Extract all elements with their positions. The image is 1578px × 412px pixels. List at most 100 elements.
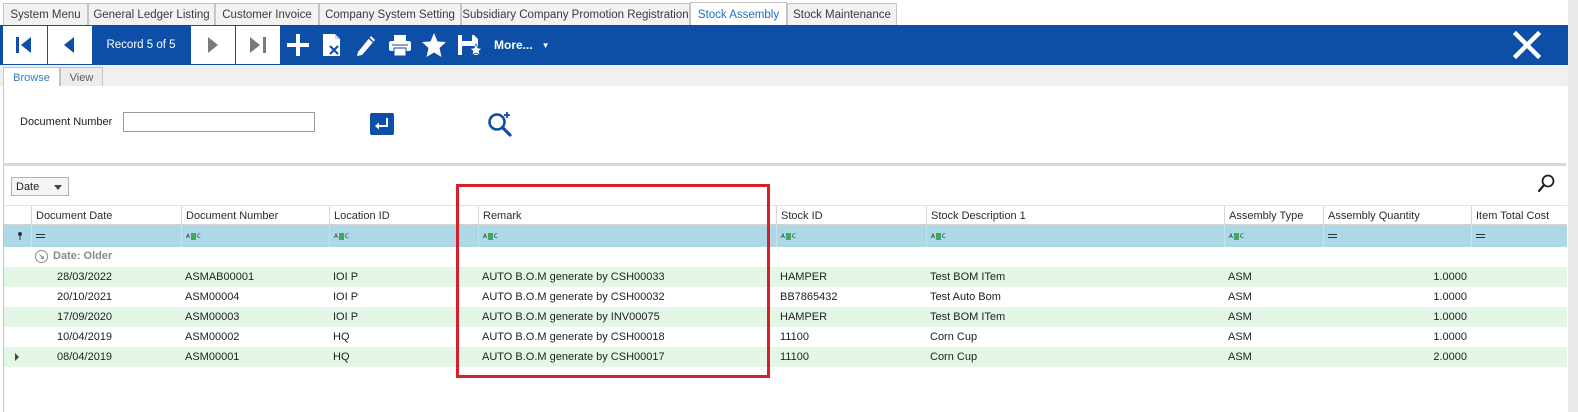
tab-browse[interactable]: Browse <box>3 67 60 88</box>
document-date-cell[interactable]: 20/10/2021 <box>53 287 181 307</box>
assembly-type-cell[interactable]: ASM <box>1224 327 1323 347</box>
search-icon[interactable] <box>486 110 514 138</box>
location-id-cell[interactable]: HQ <box>329 347 478 367</box>
filter-equals-icon[interactable] <box>1471 225 1567 247</box>
remark-cell[interactable]: AUTO B.O.M generate by CSH00033 <box>478 267 776 287</box>
stock-id-cell[interactable]: BB7865432 <box>776 287 926 307</box>
document-number-cell[interactable]: ASM00002 <box>181 327 329 347</box>
column-header-document-date[interactable]: Document Date <box>31 206 181 225</box>
item-total-cost-cell[interactable] <box>1471 287 1567 307</box>
printer-icon[interactable] <box>386 31 414 59</box>
document-date-cell[interactable]: 10/04/2019 <box>53 327 181 347</box>
assembly-quantity-cell[interactable]: 2.0000 <box>1323 347 1471 367</box>
column-header-location-id[interactable]: Location ID <box>329 206 478 225</box>
document-number-label: Document Number <box>20 116 113 128</box>
filter-equals-icon[interactable] <box>31 225 181 247</box>
enter-icon[interactable] <box>370 113 394 135</box>
table-row[interactable]: 08/04/2019 ASM00001 HQ AUTO B.O.M generate … <box>4 347 1567 367</box>
document-date-cell[interactable]: 17/09/2020 <box>53 307 181 327</box>
tab-customer-invoice[interactable]: Customer Invoice <box>215 3 319 25</box>
stock-description-cell[interactable]: Corn Cup <box>926 327 1224 347</box>
collapse-group-icon[interactable]: ↘ <box>35 250 48 263</box>
column-header-assembly-type[interactable]: Assembly Type <box>1224 206 1323 225</box>
tab-company-system-setting[interactable]: Company System Setting <box>319 3 461 25</box>
previous-record-button[interactable] <box>48 26 92 64</box>
item-total-cost-cell[interactable] <box>1471 327 1567 347</box>
remark-cell[interactable]: AUTO B.O.M generate by CSH00032 <box>478 287 776 307</box>
column-header-stock-description-1[interactable]: Stock Description 1 <box>926 206 1224 225</box>
table-row[interactable]: 20/10/2021 ASM00004 IOI P AUTO B.O.M genera… <box>4 287 1567 307</box>
group-by-select[interactable]: Date <box>11 177 69 196</box>
item-total-cost-cell[interactable] <box>1471 307 1567 327</box>
location-id-cell[interactable]: HQ <box>329 327 478 347</box>
filter-equals-icon[interactable] <box>1323 225 1471 247</box>
find-icon[interactable] <box>1537 173 1557 193</box>
tab-stock-assembly[interactable]: Stock Assembly <box>690 2 787 26</box>
remark-cell[interactable]: AUTO B.O.M generate by CSH00018 <box>478 327 776 347</box>
document-date-cell[interactable]: 28/03/2022 <box>53 267 181 287</box>
stock-description-cell[interactable]: Test Auto Bom <box>926 287 1224 307</box>
document-number-cell[interactable]: ASM00004 <box>181 287 329 307</box>
column-header-remark[interactable]: Remark <box>478 206 776 225</box>
remark-cell[interactable]: AUTO B.O.M generate by CSH00017 <box>478 347 776 367</box>
assembly-type-cell[interactable]: ASM <box>1224 307 1323 327</box>
column-header-document-number[interactable]: Document Number <box>181 206 329 225</box>
location-id-cell[interactable]: IOI P <box>329 287 478 307</box>
document-number-input[interactable] <box>123 112 315 132</box>
location-id-cell[interactable]: IOI P <box>329 307 478 327</box>
last-record-icon <box>250 37 266 53</box>
tab-subsidiary-company-promotion-registration[interactable]: Subsidiary Company Promotion Registratio… <box>461 3 690 25</box>
filter-contains-icon[interactable]: AC <box>181 225 329 247</box>
plus-icon[interactable] <box>284 31 312 59</box>
assembly-type-cell[interactable]: ASM <box>1224 287 1323 307</box>
assembly-type-cell[interactable]: ASM <box>1224 267 1323 287</box>
location-id-cell[interactable]: IOI P <box>329 267 478 287</box>
assembly-quantity-cell[interactable]: 1.0000 <box>1323 327 1471 347</box>
last-record-button[interactable] <box>236 26 280 64</box>
remark-cell[interactable]: AUTO B.O.M generate by INV00075 <box>478 307 776 327</box>
pin-icon <box>12 225 31 247</box>
filter-contains-icon[interactable]: AC <box>1224 225 1323 247</box>
assembly-type-cell[interactable]: ASM <box>1224 347 1323 367</box>
document-number-cell[interactable]: ASM00001 <box>181 347 329 367</box>
column-header-stock-id[interactable]: Stock ID <box>776 206 926 225</box>
stock-description-cell[interactable]: Corn Cup <box>926 347 1224 367</box>
stock-id-cell[interactable]: 11100 <box>776 347 926 367</box>
more-menu-button[interactable]: More... ▼ <box>494 25 550 65</box>
first-record-button[interactable] <box>3 26 47 64</box>
save-icon[interactable] <box>455 31 483 59</box>
next-record-button[interactable] <box>191 26 235 64</box>
assembly-quantity-cell[interactable]: 1.0000 <box>1323 267 1471 287</box>
table-row[interactable]: 10/04/2019 ASM00002 HQ AUTO B.O.M generate … <box>4 327 1567 347</box>
next-record-icon <box>208 37 218 53</box>
column-header-assembly-quantity[interactable]: Assembly Quantity <box>1323 206 1471 225</box>
filter-contains-icon[interactable]: AC <box>478 225 776 247</box>
item-total-cost-cell[interactable] <box>1471 267 1567 287</box>
item-total-cost-cell[interactable] <box>1471 347 1567 367</box>
document-number-cell[interactable]: ASMAB00001 <box>181 267 329 287</box>
stock-id-cell[interactable]: HAMPER <box>776 307 926 327</box>
stock-description-cell[interactable]: Test BOM ITem <box>926 307 1224 327</box>
pencil-icon[interactable] <box>352 31 380 59</box>
assembly-quantity-cell[interactable]: 1.0000 <box>1323 287 1471 307</box>
filter-contains-icon[interactable]: AC <box>926 225 1224 247</box>
assembly-quantity-cell[interactable]: 1.0000 <box>1323 307 1471 327</box>
group-row-date-older[interactable]: ↘ Date: Older <box>4 247 1567 267</box>
stock-id-cell[interactable]: 11100 <box>776 327 926 347</box>
star-icon[interactable] <box>420 31 448 59</box>
tab-general-ledger-listing[interactable]: General Ledger Listing <box>88 3 215 25</box>
tab-stock-maintenance[interactable]: Stock Maintenance <box>787 3 897 25</box>
close-icon[interactable] <box>1511 29 1543 61</box>
table-row[interactable]: 17/09/2020 ASM00003 IOI P AUTO B.O.M genera… <box>4 307 1567 327</box>
document-number-cell[interactable]: ASM00003 <box>181 307 329 327</box>
table-row[interactable]: 28/03/2022 ASMAB00001 IOI P AUTO B.O.M gene… <box>4 267 1567 287</box>
delete-document-icon[interactable] <box>318 31 346 59</box>
tab-view[interactable]: View <box>60 67 103 87</box>
column-header-item-total-cost[interactable]: Item Total Cost <box>1471 206 1567 225</box>
filter-contains-icon[interactable]: AC <box>329 225 478 247</box>
tab-system-menu[interactable]: System Menu <box>3 3 88 25</box>
stock-id-cell[interactable]: HAMPER <box>776 267 926 287</box>
filter-contains-icon[interactable]: AC <box>776 225 926 247</box>
document-date-cell[interactable]: 08/04/2019 <box>53 347 181 367</box>
stock-description-cell[interactable]: Test BOM ITem <box>926 267 1224 287</box>
